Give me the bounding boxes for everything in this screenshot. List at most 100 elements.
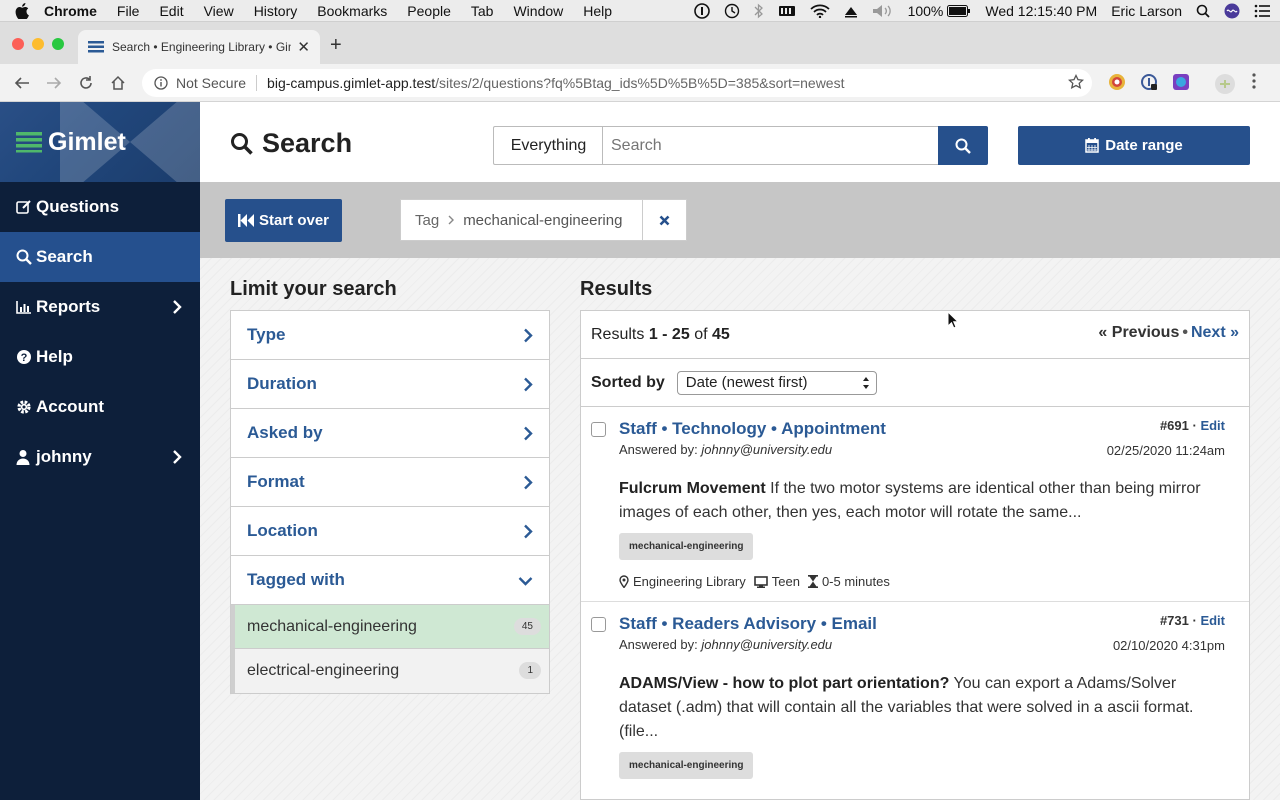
page-header: Search Everything Date range (200, 102, 1280, 182)
volume-icon[interactable] (872, 4, 894, 18)
user-name[interactable]: Eric Larson (1111, 3, 1182, 19)
sort-select[interactable]: Date (newest first) (676, 370, 877, 395)
search-scope-button[interactable]: Everything (493, 126, 603, 165)
hourglass-icon (807, 575, 822, 588)
memory-icon[interactable] (778, 4, 796, 18)
back-icon[interactable] (6, 75, 38, 91)
result-item: Staff • Readers Advisory • Email #731 · … (581, 602, 1249, 779)
menu-history[interactable]: History (254, 3, 298, 19)
chevron-right-icon (523, 524, 533, 539)
color-extension-icon[interactable] (1172, 73, 1190, 91)
close-window-button[interactable] (12, 38, 24, 50)
edit-icon (16, 199, 36, 215)
notification-center-icon[interactable] (1254, 4, 1270, 18)
window-controls (12, 38, 72, 50)
clock[interactable]: Wed 12:15:40 PM (985, 3, 1097, 19)
menu-window[interactable]: Window (513, 3, 563, 19)
facet-asked-by[interactable]: Asked by (231, 409, 549, 458)
menu-help[interactable]: Help (583, 3, 612, 19)
next-page-link[interactable]: Next » (1191, 324, 1239, 341)
tag-pill[interactable]: mechanical-engineering (619, 533, 754, 560)
forward-icon[interactable] (38, 75, 70, 91)
edit-link[interactable]: Edit (1200, 613, 1225, 628)
result-checkbox[interactable] (591, 422, 606, 437)
info-icon[interactable] (154, 76, 168, 90)
sort-select-value: Date (newest first) (685, 374, 808, 391)
result-format-text: Teen (771, 574, 800, 589)
brand-logo[interactable]: Gimlet (0, 102, 200, 182)
menu-edit[interactable]: Edit (159, 3, 183, 19)
remove-filter-button[interactable] (642, 200, 686, 240)
date-range-button[interactable]: Date range (1018, 126, 1250, 165)
result-title-link[interactable]: Staff • Technology • Appointment (619, 419, 1225, 439)
lastpass-extension-icon[interactable] (1140, 73, 1158, 91)
search-input[interactable] (602, 126, 939, 165)
sidebar-item-search[interactable]: Search (0, 232, 200, 282)
menu-app-name[interactable]: Chrome (44, 3, 97, 19)
new-tab-button[interactable]: + (330, 34, 342, 57)
pagination: « Previous • Next » (1098, 324, 1239, 342)
search-submit-button[interactable] (938, 126, 988, 165)
apple-icon[interactable] (0, 2, 44, 19)
facet-location[interactable]: Location (231, 507, 549, 556)
answered-by-email: johnny@university.edu (701, 442, 833, 457)
chevron-right-icon (523, 475, 533, 490)
sidebar-item-label: Search (36, 247, 93, 266)
answered-by-label: Answered by: (619, 637, 698, 652)
facet-type[interactable]: Type (231, 311, 549, 360)
browser-tab-active[interactable]: Search • Engineering Library • Gimlet ✕ (78, 30, 320, 64)
filter-chip-value: mechanical-engineering (463, 211, 623, 229)
map-marker-icon (619, 575, 633, 588)
minimize-window-button[interactable] (32, 38, 44, 50)
facet-label: Format (247, 472, 305, 491)
onepassword-icon[interactable] (693, 2, 710, 19)
menu-people[interactable]: People (407, 3, 451, 19)
omnibox[interactable]: Not Secure big-campus.gimlet-app.test/si… (142, 69, 1092, 97)
reload-icon[interactable] (70, 75, 102, 91)
results-summary: Results 1 - 25 of 45 « Previous • Next » (581, 311, 1249, 359)
fast-backward-icon (237, 214, 259, 227)
wifi-icon[interactable] (809, 4, 830, 18)
chrome-extension-icon[interactable] (1108, 73, 1126, 91)
start-over-button[interactable]: Start over (225, 199, 342, 242)
home-icon[interactable] (102, 75, 134, 91)
tag-pill[interactable]: mechanical-engineering (619, 752, 754, 779)
answered-by-label: Answered by: (619, 442, 698, 457)
sidebar-item-label: Questions (36, 197, 120, 216)
facet-tagged-with[interactable]: Tagged with (231, 556, 549, 605)
previous-page-link[interactable]: « Previous (1098, 324, 1179, 341)
bookmark-star-icon[interactable] (1068, 74, 1084, 90)
result-date: 02/10/2020 4:31pm (1112, 638, 1225, 653)
sidebar-item-reports[interactable]: Reports (0, 282, 200, 332)
facet-label: Asked by (247, 423, 323, 442)
facet-option-mechanical-engineering[interactable]: mechanical-engineering 45 (231, 605, 549, 649)
search-icon (230, 132, 262, 156)
chevron-right-icon (523, 377, 533, 392)
result-title-link[interactable]: Staff • Readers Advisory • Email (619, 614, 1225, 634)
menu-view[interactable]: View (204, 3, 234, 19)
airplay-icon[interactable] (844, 4, 858, 18)
sidebar-item-questions[interactable]: Questions (0, 182, 200, 232)
start-over-label: Start over (258, 212, 330, 229)
zoom-window-button[interactable] (52, 38, 64, 50)
profile-avatar[interactable] (1214, 73, 1236, 95)
siri-icon[interactable] (1224, 3, 1240, 19)
menu-file[interactable]: File (117, 3, 140, 19)
chrome-menu-icon[interactable] (1252, 73, 1256, 89)
time-machine-icon[interactable] (724, 3, 740, 19)
close-tab-icon[interactable]: ✕ (297, 38, 310, 56)
edit-link[interactable]: Edit (1200, 418, 1225, 433)
brand-name: Gimlet (48, 127, 126, 156)
sidebar-item-user[interactable]: johnny (0, 432, 200, 482)
spotlight-icon[interactable] (1196, 4, 1210, 18)
bluetooth-icon[interactable] (754, 3, 764, 19)
facet-option-electrical-engineering[interactable]: electrical-engineering 1 (231, 649, 549, 693)
result-checkbox[interactable] (591, 617, 606, 632)
battery-icon[interactable] (947, 4, 971, 17)
menu-tab[interactable]: Tab (471, 3, 494, 19)
sidebar-item-help[interactable]: ? Help (0, 332, 200, 382)
facet-duration[interactable]: Duration (231, 360, 549, 409)
sidebar-item-account[interactable]: Account (0, 382, 200, 432)
menu-bookmarks[interactable]: Bookmarks (317, 3, 387, 19)
facet-format[interactable]: Format (231, 458, 549, 507)
